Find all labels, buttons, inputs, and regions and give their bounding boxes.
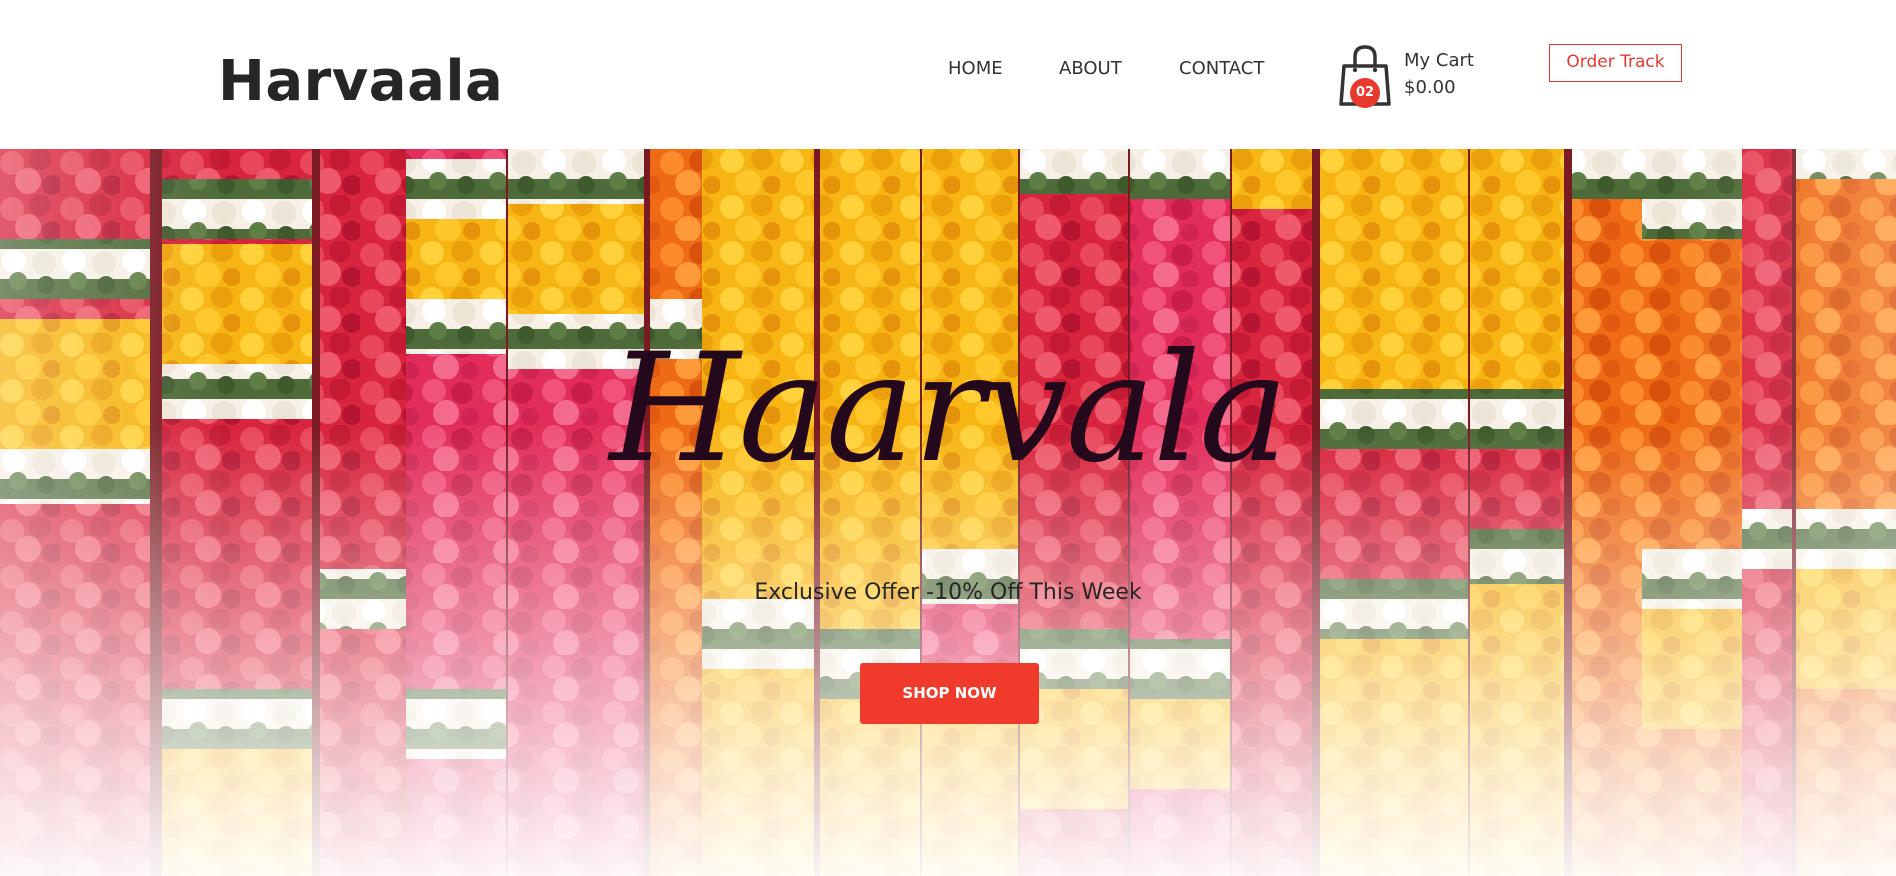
cart-count-badge: 02: [1350, 78, 1380, 108]
hero-side-overlay: [0, 149, 1896, 876]
hero-title: Haarvala: [609, 322, 1289, 496]
nav-home-link[interactable]: HOME: [948, 58, 1003, 79]
cart-label[interactable]: My Cart: [1404, 50, 1474, 71]
order-track-button[interactable]: Order Track: [1549, 44, 1682, 82]
shop-now-button[interactable]: SHOP NOW: [860, 663, 1039, 724]
site-logo[interactable]: Harvaala: [218, 48, 503, 116]
site-header: Harvaala HOME ABOUT CONTACT 02 My Cart $…: [0, 0, 1896, 149]
nav-contact-link[interactable]: CONTACT: [1179, 58, 1264, 79]
hero-offer-text: Exclusive Offer -10% Off This Week: [754, 580, 1142, 605]
nav-about-link[interactable]: ABOUT: [1059, 58, 1122, 79]
hero-banner: Haarvala Exclusive Offer -10% Off This W…: [0, 149, 1896, 876]
cart-total: $0.00: [1404, 77, 1456, 98]
